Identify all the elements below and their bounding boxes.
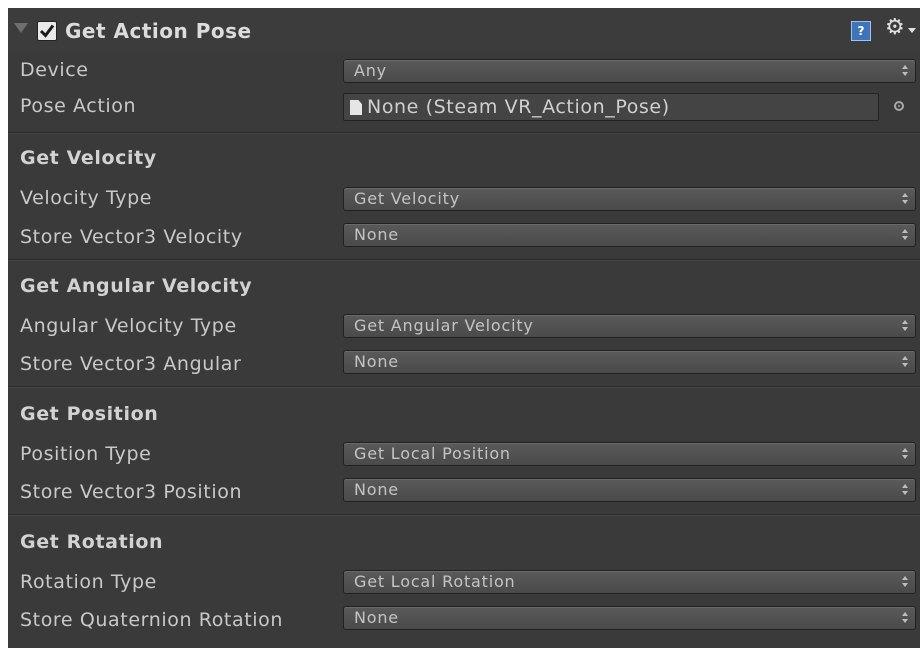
rotation-type-dropdown[interactable]: Get Local Rotation (343, 570, 916, 594)
store-angular-dropdown[interactable]: None (343, 350, 916, 374)
dropdown-arrows-icon (901, 612, 909, 624)
checkmark-icon (39, 24, 55, 38)
store-angular-label: Store Vector3 Angular (20, 353, 242, 375)
device-label: Device (20, 59, 89, 81)
dropdown-arrows-icon (901, 193, 909, 205)
position-type-label: Position Type (20, 443, 152, 465)
divider (8, 132, 920, 134)
foldout-arrow-icon[interactable] (14, 23, 28, 33)
dropdown-arrows-icon (901, 229, 909, 241)
dropdown-arrows-icon (901, 356, 909, 368)
velocity-type-dropdown[interactable]: Get Velocity (343, 187, 916, 211)
store-rotation-value: None (354, 608, 399, 627)
document-icon (350, 100, 362, 115)
inspector-panel: Get Action Pose ? ⚙ Device Any Pose Acti… (8, 8, 920, 648)
store-rotation-label: Store Quaternion Rotation (20, 609, 284, 631)
store-velocity-value: None (354, 225, 399, 244)
object-picker-icon[interactable] (894, 101, 904, 111)
device-value: Any (354, 61, 387, 80)
velocity-type-value: Get Velocity (354, 189, 460, 208)
rotation-type-label: Rotation Type (20, 571, 157, 593)
store-velocity-label: Store Vector3 Velocity (20, 226, 243, 248)
angular-velocity-type-label: Angular Velocity Type (20, 315, 237, 337)
help-icon[interactable]: ? (851, 21, 871, 41)
pose-action-field[interactable]: None (Steam VR_Action_Pose) (343, 93, 879, 121)
store-rotation-dropdown[interactable]: None (343, 606, 916, 630)
store-position-value: None (354, 480, 399, 499)
section-title-angular-velocity: Get Angular Velocity (20, 275, 253, 297)
velocity-type-label: Velocity Type (20, 187, 153, 209)
position-type-dropdown[interactable]: Get Local Position (343, 442, 916, 466)
gear-icon[interactable]: ⚙ (885, 17, 905, 39)
store-velocity-dropdown[interactable]: None (343, 223, 916, 247)
divider (8, 514, 920, 516)
dropdown-arrows-icon (901, 448, 909, 460)
dropdown-arrows-icon (901, 576, 909, 588)
rotation-type-value: Get Local Rotation (354, 572, 516, 591)
store-position-label: Store Vector3 Position (20, 481, 243, 503)
enabled-checkbox[interactable] (37, 21, 57, 41)
pose-action-label: Pose Action (20, 95, 137, 117)
dropdown-arrows-icon (901, 65, 909, 77)
section-title-velocity: Get Velocity (20, 147, 157, 169)
component-title: Get Action Pose (65, 19, 252, 43)
section-title-rotation: Get Rotation (20, 531, 164, 553)
divider (8, 259, 920, 261)
pose-action-value: None (Steam VR_Action_Pose) (367, 96, 670, 118)
position-type-value: Get Local Position (354, 444, 511, 463)
gear-caret-icon (908, 28, 916, 33)
store-position-dropdown[interactable]: None (343, 478, 916, 502)
section-title-position: Get Position (20, 403, 159, 425)
device-dropdown[interactable]: Any (343, 59, 916, 83)
store-angular-value: None (354, 352, 399, 371)
dropdown-arrows-icon (901, 320, 909, 332)
divider (8, 386, 920, 388)
angular-velocity-type-value: Get Angular Velocity (354, 316, 534, 335)
dropdown-arrows-icon (901, 484, 909, 496)
component-header[interactable]: Get Action Pose ? ⚙ (8, 8, 920, 54)
angular-velocity-type-dropdown[interactable]: Get Angular Velocity (343, 314, 916, 338)
